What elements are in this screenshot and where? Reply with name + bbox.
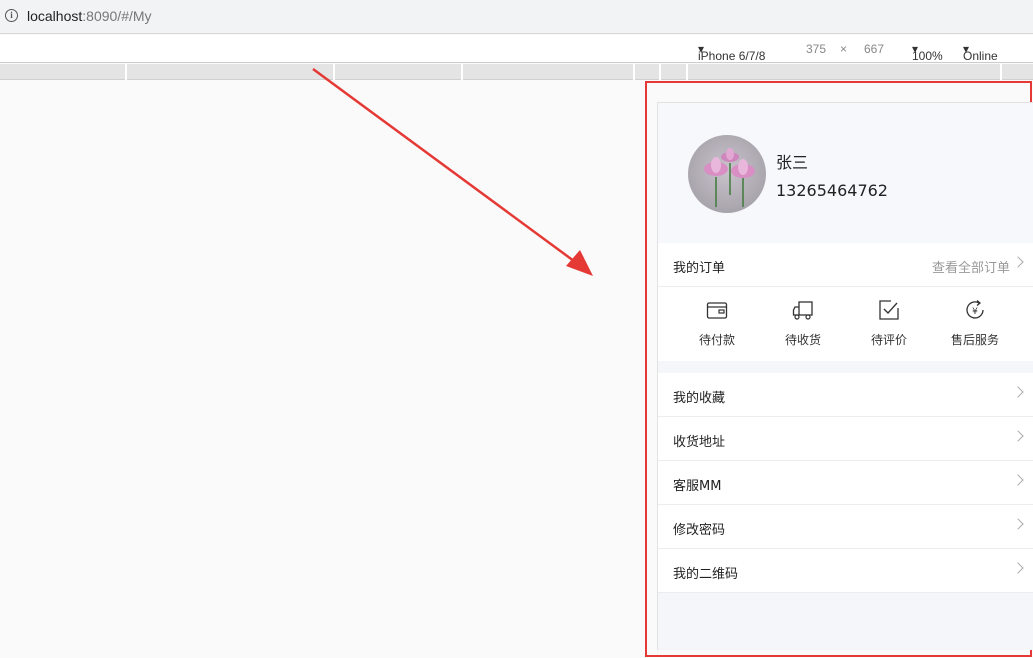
view-all-orders-link[interactable]: 查看全部订单 (932, 257, 1010, 276)
user-name: 张三 (776, 153, 809, 172)
menu-customer-service[interactable]: 客服MM (658, 461, 1033, 505)
order-after-sales-label: 售后服务 (950, 333, 999, 347)
menu-address[interactable]: 收货地址 (658, 417, 1033, 461)
order-pending-payment-label: 待付款 (698, 333, 735, 347)
chevron-right-icon (1012, 256, 1024, 268)
orders-card: 我的订单 查看全部订单 待付款 待收货 待评价 ¥ 售后服务 (658, 243, 1033, 361)
chevron-right-icon (1012, 386, 1024, 398)
order-status-grid: 待付款 待收货 待评价 ¥ 售后服务 (658, 287, 1033, 361)
order-pending-review-label: 待评价 (870, 333, 907, 347)
menu-qr-code-label: 我的二维码 (673, 567, 739, 582)
review-icon (879, 300, 899, 320)
avatar[interactable] (688, 135, 766, 213)
chevron-right-icon (1012, 518, 1024, 530)
lotus-flower-icon (704, 148, 755, 207)
menu-customer-service-label: 客服MM (673, 479, 722, 494)
user-phone: 13265464762 (776, 181, 888, 200)
chevron-right-icon (1012, 474, 1024, 486)
order-pending-receipt[interactable]: 待收货 (760, 287, 846, 361)
my-orders-row[interactable]: 我的订单 查看全部订单 (658, 243, 1033, 287)
menu-favorites[interactable]: 我的收藏 (658, 373, 1033, 417)
order-pending-payment[interactable]: 待付款 (674, 287, 760, 361)
refund-icon: ¥ (966, 300, 984, 319)
my-orders-label: 我的订单 (673, 261, 726, 276)
mobile-page: 张三 13265464762 我的订单 查看全部订单 待付款 待收货 待评价 ¥ (657, 102, 1033, 650)
truck-icon (792, 301, 813, 320)
wallet-icon (706, 302, 728, 319)
order-pending-receipt-label: 待收货 (784, 333, 821, 347)
chevron-right-icon (1012, 562, 1024, 574)
menu-favorites-label: 我的收藏 (673, 391, 726, 406)
menu-change-password[interactable]: 修改密码 (658, 505, 1033, 549)
menu-qr-code[interactable]: 我的二维码 (658, 549, 1033, 593)
order-pending-review[interactable]: 待评价 (846, 287, 932, 361)
menu-change-password-label: 修改密码 (673, 523, 726, 538)
svg-text:¥: ¥ (972, 307, 978, 317)
order-after-sales[interactable]: ¥ 售后服务 (932, 287, 1018, 361)
profile-header: 张三 13265464762 (658, 103, 1033, 243)
menu-address-label: 收货地址 (673, 435, 726, 450)
chevron-right-icon (1012, 430, 1024, 442)
settings-menu: 我的收藏 收货地址 客服MM 修改密码 我的二维码 (658, 373, 1033, 593)
